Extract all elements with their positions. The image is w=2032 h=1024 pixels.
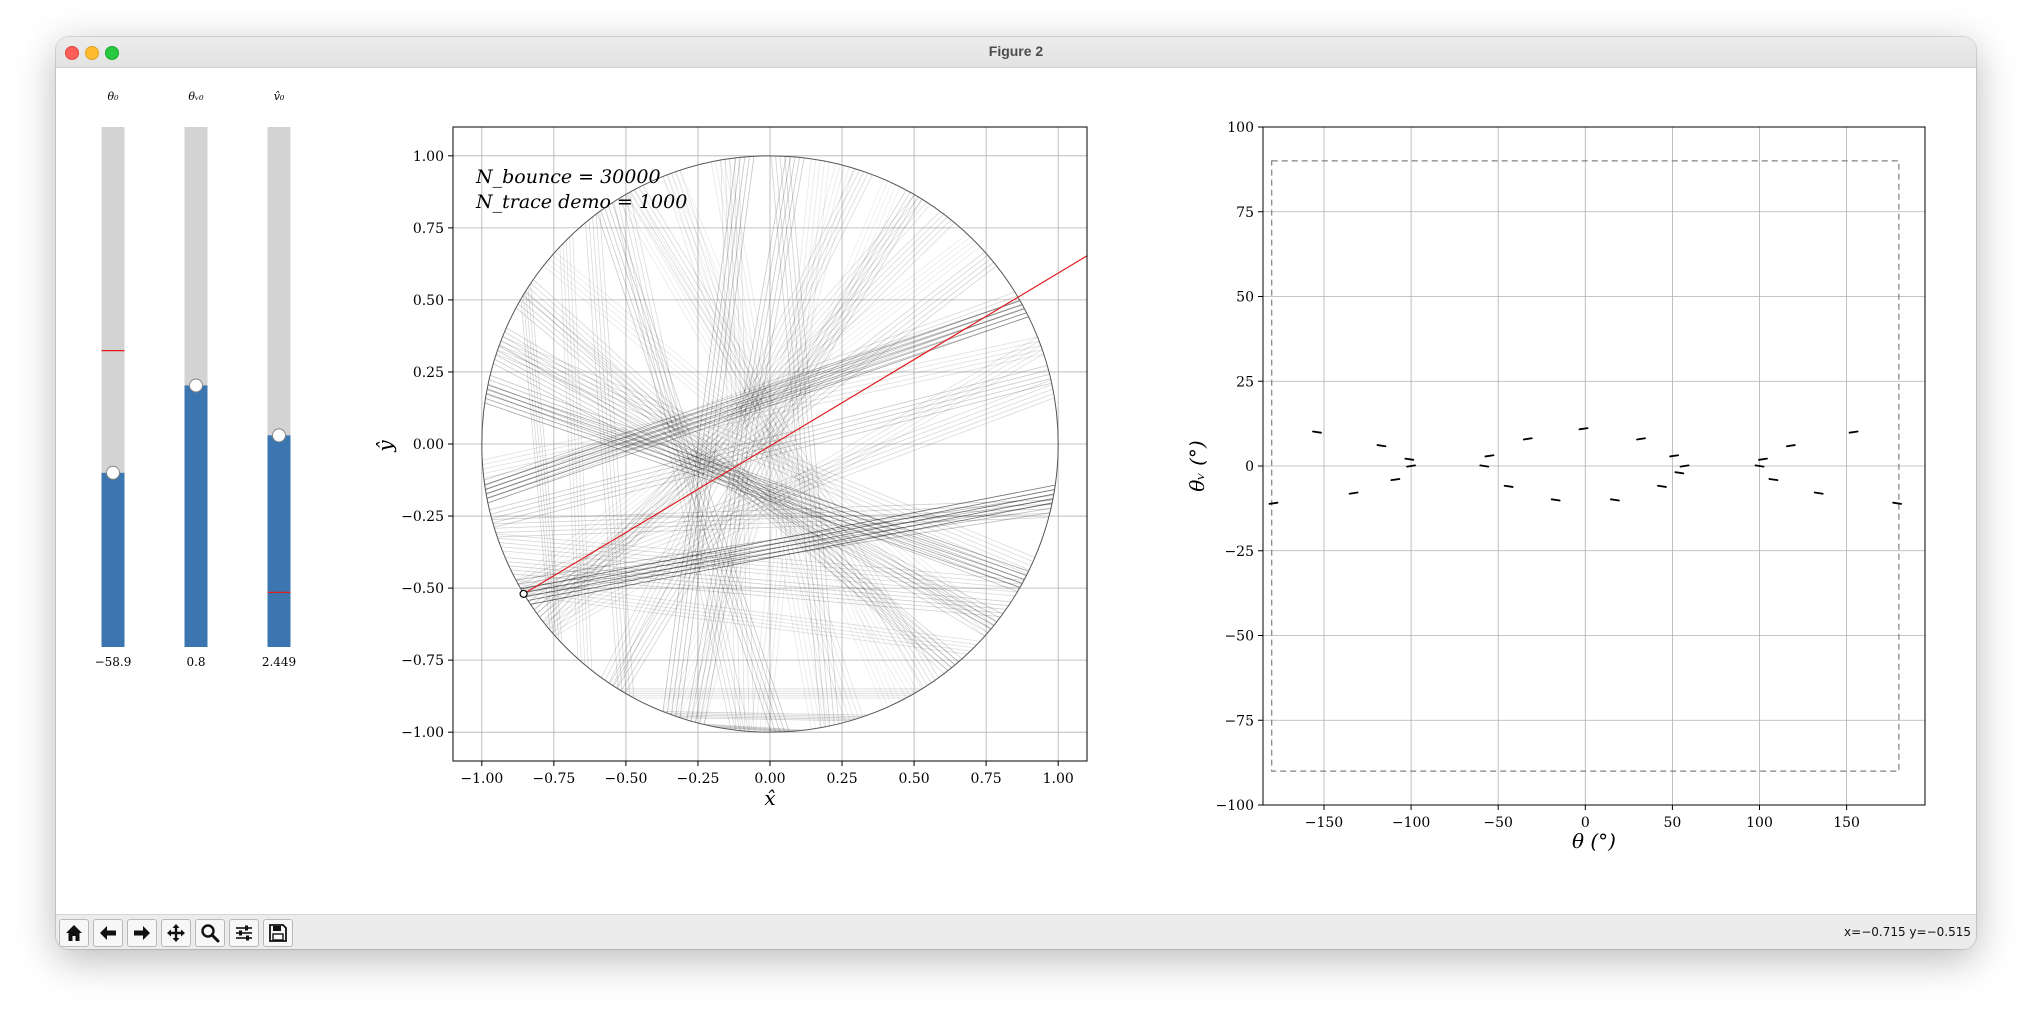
y-tick-label: −0.25	[401, 509, 444, 525]
sliders-icon	[236, 925, 252, 941]
phase-point	[1636, 437, 1646, 441]
x-tick-label: −1.00	[460, 771, 503, 787]
slider-theta-v0[interactable]: θᵥ₀ 0.8	[184, 90, 208, 669]
title-bar[interactable]: Figure 2	[56, 37, 1976, 68]
slider-v0-fill	[267, 435, 291, 647]
phase-point	[1768, 478, 1779, 482]
y-tick-label: −0.50	[401, 581, 444, 597]
y-tick-label: 100	[1227, 120, 1254, 136]
slider-theta-v0-handle[interactable]	[189, 378, 203, 393]
annotation-n-bounce: N_bounce = 30000	[475, 166, 661, 188]
y-tick-label: −100	[1216, 798, 1254, 814]
phase-xlabel: θ (°)	[1572, 829, 1616, 853]
x-tick-label: −150	[1305, 815, 1343, 831]
phase-point	[1312, 430, 1322, 434]
phase-point	[1479, 464, 1490, 468]
y-tick-label: 0	[1245, 459, 1254, 475]
phase-point	[1669, 454, 1680, 458]
phase-point	[1404, 457, 1415, 461]
x-tick-label: 0.25	[826, 771, 857, 787]
y-tick-label: 0.50	[413, 293, 444, 309]
x-tick-label: −0.50	[604, 771, 647, 787]
zoom-button[interactable]	[195, 919, 225, 947]
arrow-left-icon	[100, 926, 116, 940]
slider-theta0-value: −58.9	[95, 655, 132, 669]
y-tick-label: −1.00	[401, 725, 444, 741]
phase-point	[1754, 464, 1765, 468]
annotation-n-trace: N_trace demo = 1000	[475, 191, 687, 213]
x-tick-label: −100	[1392, 815, 1430, 831]
phase-point	[1892, 501, 1903, 505]
x-tick-label: −50	[1483, 815, 1513, 831]
start-point-marker[interactable]	[519, 589, 528, 598]
phase-point	[1578, 427, 1589, 431]
x-tick-label: 0.75	[971, 771, 1002, 787]
billiard-ylabel: ŷ	[373, 440, 397, 453]
forward-button[interactable]	[127, 919, 157, 947]
phase-point	[1610, 498, 1620, 502]
y-tick-label: 50	[1236, 290, 1254, 306]
x-tick-label: −0.75	[532, 771, 575, 787]
slider-theta-v0-value: 0.8	[186, 655, 205, 669]
cursor-coordinates: x=−0.715 y=−0.515	[1844, 925, 1971, 939]
x-tick-label: −0.25	[677, 771, 720, 787]
navigation-toolbar: x=−0.715 y=−0.515	[56, 914, 1976, 949]
phase-point	[1348, 491, 1359, 495]
x-tick-label: 50	[1663, 815, 1681, 831]
window-title: Figure 2	[988, 43, 1044, 59]
phase-point	[1657, 484, 1667, 488]
phase-point	[1406, 464, 1416, 468]
configure-button[interactable]	[229, 919, 259, 947]
phase-point	[1758, 457, 1768, 461]
figure-window: Figure 2 θ₀ −58.9 θᵥ₀ 0.8 v̂₀ 2.449 −1.0…	[56, 37, 1976, 949]
x-tick-label: 100	[1746, 815, 1773, 831]
phase-point	[1484, 454, 1495, 458]
magnifier-icon	[201, 924, 220, 943]
x-tick-label: 0.00	[754, 771, 785, 787]
billiard-xlabel: x̂	[764, 786, 775, 810]
slider-v0-handle[interactable]	[272, 428, 286, 443]
save-icon	[269, 924, 287, 942]
x-tick-label: 150	[1833, 815, 1860, 831]
phase-point	[1550, 498, 1561, 502]
y-tick-label: 0.25	[413, 365, 444, 381]
y-tick-label: 25	[1236, 374, 1254, 390]
slider-theta0-handle[interactable]	[106, 465, 120, 480]
y-tick-label: −25	[1224, 544, 1254, 560]
arrow-right-icon	[134, 926, 150, 940]
pan-button[interactable]	[161, 919, 191, 947]
slider-theta0-fill	[101, 472, 125, 647]
y-tick-label: −75	[1224, 713, 1254, 729]
slider-theta-v0-fill	[184, 385, 208, 647]
slider-theta-v0-label: θᵥ₀	[188, 90, 204, 103]
slider-theta0-label: θ₀	[107, 90, 119, 103]
phase-point	[1522, 437, 1533, 441]
x-tick-label: 1.00	[1043, 771, 1074, 787]
phase-point	[1390, 478, 1401, 482]
y-tick-label: 1.00	[413, 149, 444, 165]
y-tick-label: −50	[1224, 629, 1254, 645]
figure-canvas[interactable]: θ₀ −58.9 θᵥ₀ 0.8 v̂₀ 2.449 −1.00 −0.75 −…	[56, 68, 1976, 914]
phase-point	[1503, 484, 1514, 488]
x-tick-label: 0.50	[899, 771, 930, 787]
phase-point	[1268, 501, 1279, 505]
move-icon	[167, 924, 185, 942]
home-icon	[66, 925, 82, 941]
home-button[interactable]	[59, 919, 89, 947]
slider-v0-label: v̂₀	[274, 90, 285, 103]
y-tick-label: 0.75	[413, 221, 444, 237]
y-tick-label: 75	[1236, 205, 1254, 221]
phase-point	[1813, 491, 1824, 495]
save-button[interactable]	[263, 919, 293, 947]
phase-point	[1848, 430, 1859, 434]
y-tick-label: 0.00	[413, 437, 444, 453]
slider-v0-value: 2.449	[262, 655, 296, 669]
phase-point	[1679, 464, 1690, 468]
phase-point	[1785, 444, 1796, 448]
back-button[interactable]	[93, 919, 123, 947]
phase-point	[1674, 471, 1685, 475]
phase-point	[1376, 444, 1387, 448]
y-tick-label: −0.75	[401, 653, 444, 669]
phase-ylabel: θᵥ (°)	[1185, 440, 1209, 491]
